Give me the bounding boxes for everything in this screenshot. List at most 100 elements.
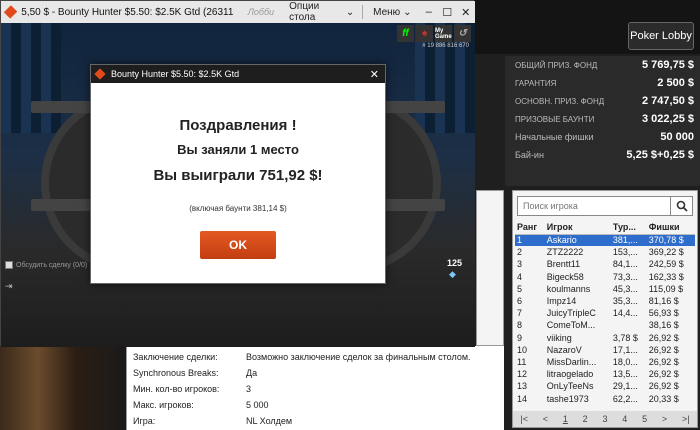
- dialog-titlebar[interactable]: Bounty Hunter $5.50: $2.5K Gtd: [91, 65, 385, 83]
- table-header: Ранг Игрок Тур... Фишки: [515, 221, 695, 235]
- main-menu[interactable]: Меню ⌄: [373, 7, 411, 18]
- table-row[interactable]: 1 Askario 381,... 370,78 $: [515, 234, 695, 247]
- info-row: ОБЩИЙ ПРИЗ. ФОНД 5 769,75 $: [505, 56, 700, 74]
- seat: [385, 199, 445, 211]
- table-row[interactable]: 12 litraogelado 13,5... 26,92 $: [515, 368, 695, 380]
- game-info-key: Игра:: [133, 416, 156, 426]
- info-row: ПРИЗОВЫЕ БАУНТИ 3 022,25 $: [505, 110, 700, 128]
- table-row[interactable]: 11 MissDarlin... 18,0... 26,92 $: [515, 356, 695, 368]
- info-row: Бай-ин 5,25 $+0,25 $: [505, 146, 700, 164]
- table-row[interactable]: 8 ComeToM... 38,16 $: [515, 319, 695, 331]
- bounty-text: (включая баунти 381,14 $): [189, 204, 287, 213]
- window-titlebar[interactable]: 5,50 $ - Bounty Hunter $5.50: $2.5K Gtd …: [1, 1, 475, 23]
- game-info-key: Заключение сделки:: [133, 352, 218, 362]
- page-3[interactable]: 3: [602, 414, 607, 424]
- player-cell: ComeToM...: [546, 320, 596, 331]
- game-info-key: Макс. игроков:: [133, 400, 194, 410]
- next-page-button[interactable]: >: [662, 414, 667, 424]
- page-4[interactable]: 4: [622, 414, 627, 424]
- table-row[interactable]: 7 JuicyTripleC 14,4... 56,93 $: [515, 307, 695, 319]
- search-button[interactable]: [671, 196, 693, 216]
- curtain: [1, 23, 61, 133]
- players-table: Ранг Игрок Тур... Фишки 1 Askario 381,... 3…: [515, 221, 695, 405]
- replay-icon[interactable]: ↺: [454, 25, 471, 42]
- minimize-icon[interactable]: –: [420, 6, 438, 18]
- rank-cell: 12: [517, 369, 528, 380]
- exit-icon[interactable]: ⇥: [5, 281, 13, 292]
- deal-checkbox[interactable]: Обсудить сделку (0/0): [5, 261, 87, 269]
- pokerstars-icon: [3, 5, 18, 19]
- window-title: 5,50 $ - Bounty Hunter $5.50: $2.5K Gtd …: [21, 6, 234, 18]
- hand-id: # 19 886 816 670: [422, 43, 469, 49]
- chip-count: 125: [447, 258, 463, 268]
- panel-divider: [504, 186, 512, 430]
- maximize-icon[interactable]: ☐: [438, 6, 456, 19]
- chips-cell: 242,59 $: [648, 259, 684, 270]
- congrats-heading: Поздравления !: [179, 117, 297, 134]
- diamond-icon: ◆: [449, 269, 456, 279]
- chips-cell: 56,93 $: [648, 308, 679, 319]
- player-cell: Askario: [544, 234, 611, 247]
- lobby-logo[interactable]: Лобби: [248, 7, 279, 17]
- player-cell: JuicyTripleC: [546, 308, 596, 319]
- tour-cell: 84,1...: [612, 259, 638, 270]
- rank-cell: 14: [517, 393, 528, 404]
- info-value: 3 022,25 $: [642, 113, 694, 125]
- table-row[interactable]: 2 ZTZ2222 153,... 369,22 $: [515, 246, 695, 258]
- table-row[interactable]: 14 tashe1973 62,2... 20,33 $: [515, 392, 695, 404]
- player-cell: Bigeck58: [546, 271, 584, 282]
- column-header-rank[interactable]: Ранг: [515, 221, 545, 235]
- ok-button[interactable]: OK: [200, 231, 276, 259]
- info-value: 2 500 $: [657, 77, 694, 89]
- table-row[interactable]: 3 Brentt11 84,1... 242,59 $: [515, 258, 695, 270]
- chips-cell: 81,16 $: [648, 296, 679, 307]
- winnings-text: Вы выиграли 751,92 $!: [153, 167, 323, 184]
- ff-icon[interactable]: ff: [397, 25, 414, 42]
- mygame-icon[interactable]: My Game: [435, 25, 452, 42]
- table-row[interactable]: 5 koulmanns 45,3... 115,09 $: [515, 283, 695, 295]
- table-row[interactable]: 6 Impz14 35,3... 81,16 $: [515, 295, 695, 307]
- page-1[interactable]: 1: [563, 414, 568, 424]
- close-icon[interactable]: ✕: [370, 68, 379, 81]
- rank-cell: 13: [517, 381, 528, 392]
- poker-lobby-button[interactable]: Poker Lobby: [628, 22, 694, 50]
- info-row: ГАРАНТИЯ 2 500 $: [505, 74, 700, 92]
- checkbox[interactable]: [5, 261, 13, 269]
- column-header-tour[interactable]: Тур...: [610, 221, 647, 235]
- rank-cell: 10: [517, 344, 528, 355]
- chevron-down-icon: ⌄: [345, 6, 355, 18]
- player-cell: tashe1973: [546, 393, 589, 404]
- column-header-player[interactable]: Игрок: [544, 221, 611, 235]
- rank-cell: 3: [517, 259, 523, 270]
- table-row[interactable]: 9 viiking 3,78 $ 26,92 $: [515, 332, 695, 344]
- table-row[interactable]: 13 OnLyTeeNs 29,1... 26,92 $: [515, 380, 695, 392]
- table-row[interactable]: 10 NazaroV 17,1... 26,92 $: [515, 344, 695, 356]
- search-icon: [676, 200, 688, 212]
- table-row[interactable]: 4 Bigeck58 73,3... 162,33 $: [515, 271, 695, 283]
- info-row: Начальные фишки 50 000: [505, 128, 700, 146]
- close-icon[interactable]: ✕: [457, 6, 475, 19]
- player-cell: Impz14: [546, 296, 577, 307]
- cards-icon[interactable]: ♠: [416, 25, 433, 42]
- chips-cell: 38,16 $: [648, 320, 679, 331]
- tour-cell: 62,2...: [612, 393, 638, 404]
- page-5[interactable]: 5: [642, 414, 647, 424]
- column-header-chips[interactable]: Фишки: [646, 221, 695, 235]
- first-page-button[interactable]: |<: [520, 414, 528, 424]
- chips-cell: 370,78 $: [646, 234, 695, 247]
- info-row: ОСНОВН. ПРИЗ. ФОНД 2 747,50 $: [505, 92, 700, 110]
- tour-cell: 3,78 $: [612, 332, 638, 343]
- game-info-value: Возможно заключение сделок за финальным …: [246, 352, 471, 362]
- tour-cell: 18,0...: [612, 356, 638, 367]
- game-info-value: 3: [246, 384, 252, 394]
- search-input[interactable]: [517, 196, 671, 216]
- player-cell: MissDarlin...: [546, 356, 597, 367]
- tour-cell: 45,3...: [612, 283, 638, 294]
- prev-page-button[interactable]: <: [543, 414, 548, 424]
- info-key: Начальные фишки: [515, 132, 594, 142]
- table-options-menu[interactable]: Опции стола ⌄: [289, 1, 354, 23]
- page-2[interactable]: 2: [583, 414, 588, 424]
- rank-cell: 1: [515, 234, 545, 247]
- background-photo: [0, 346, 126, 430]
- last-page-button[interactable]: >|: [682, 414, 690, 424]
